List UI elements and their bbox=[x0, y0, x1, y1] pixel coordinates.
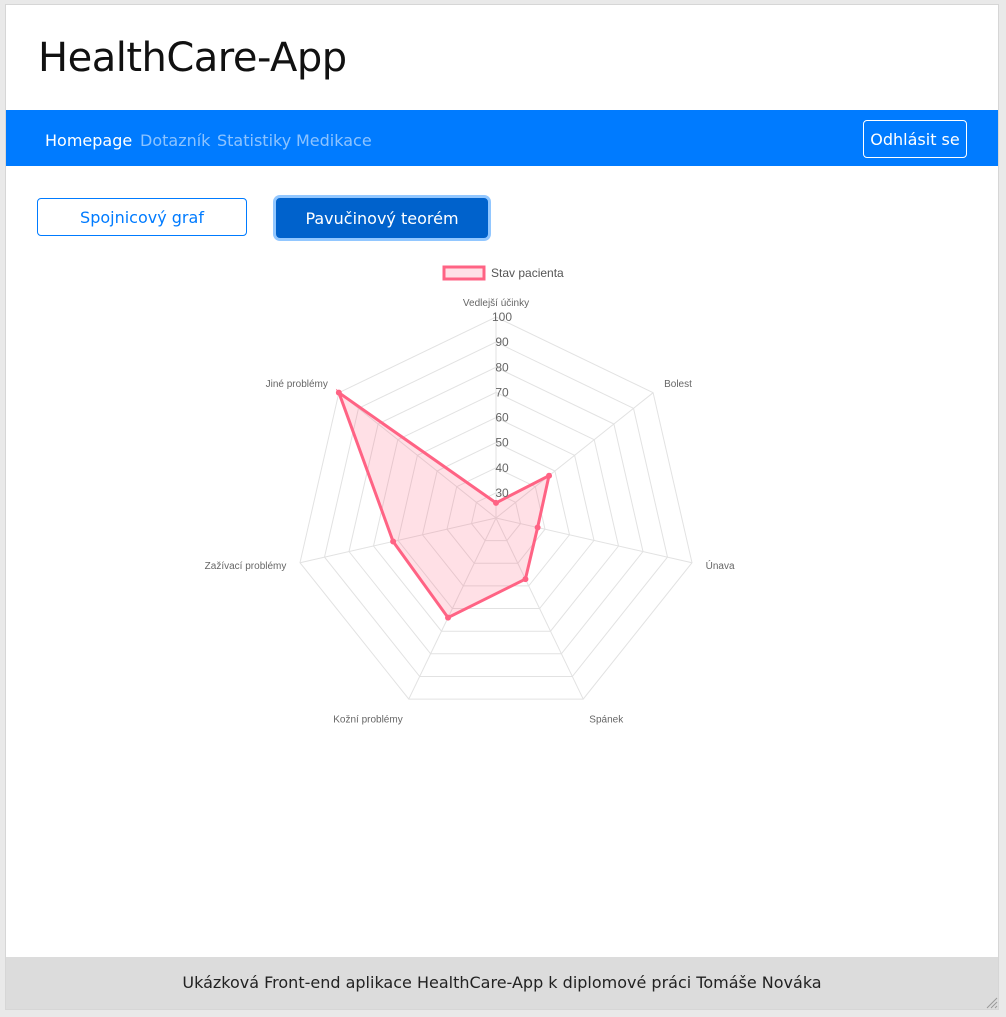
category-label: Vedlejší účinky bbox=[463, 298, 529, 309]
radar-chart: 30 40 50 60 70 80 90 100Vedlejší účinky Bolest Ún… bbox=[205, 265, 735, 726]
tick-label: 60 bbox=[495, 411, 509, 425]
tick-label: 80 bbox=[495, 360, 509, 374]
legend-swatch bbox=[442, 265, 486, 281]
tick-label: 100 bbox=[492, 310, 512, 324]
category-label: Bolest bbox=[664, 379, 692, 390]
tick-label: 40 bbox=[495, 461, 509, 475]
category-label: Zažívací problémy bbox=[205, 561, 287, 572]
data-point bbox=[534, 524, 541, 531]
category-label: Spánek bbox=[589, 715, 624, 726]
category-label: Kožní problémy bbox=[333, 715, 402, 726]
footer: Ukázková Front-end aplikace HealthCare-A… bbox=[6, 957, 998, 1009]
tick-label: 70 bbox=[495, 385, 509, 399]
data-point bbox=[445, 614, 452, 621]
data-point bbox=[335, 389, 342, 396]
data-point bbox=[390, 538, 397, 545]
legend-label: Stav pacienta bbox=[491, 266, 564, 280]
category-label: Únava bbox=[706, 559, 735, 572]
tick-label: 50 bbox=[495, 436, 509, 450]
app-window: HealthCare-App Homepage Dotazník Statist… bbox=[5, 4, 999, 1010]
series-area bbox=[335, 388, 552, 620]
tick-label: 90 bbox=[495, 335, 509, 349]
category-label: Jiné problémy bbox=[266, 379, 328, 390]
data-point bbox=[493, 499, 499, 506]
resize-grip-icon[interactable] bbox=[984, 995, 998, 1009]
data-point bbox=[522, 576, 529, 583]
data-point bbox=[546, 472, 553, 479]
tick-label: 30 bbox=[495, 486, 509, 500]
